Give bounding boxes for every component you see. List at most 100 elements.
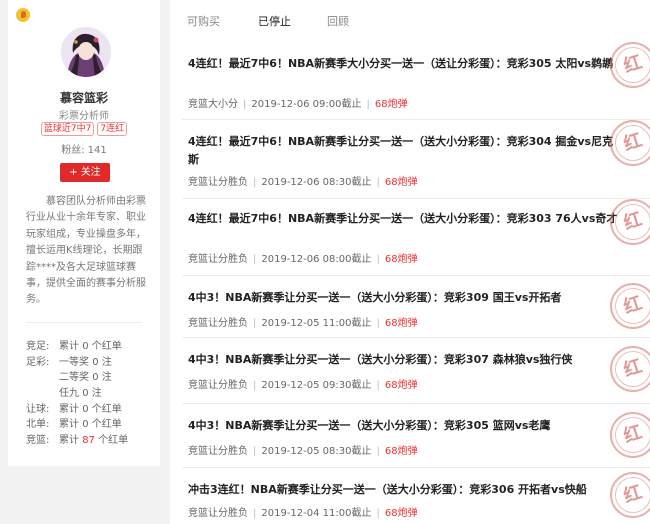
stat-value: 0 (92, 372, 99, 384)
stamp-text: 红 (621, 208, 645, 235)
item-price: 68炮弹 (384, 254, 418, 265)
item-datetime: 2019-12-06 08:00截止 (261, 254, 372, 265)
record-tag: 篮球近7中7 (40, 122, 95, 136)
stat-prefix: 二等奖 (59, 372, 89, 384)
author-title: 彩票分析师 (59, 111, 109, 122)
streak-tag: 7连红 (97, 122, 128, 136)
win-stamp-icon: 红 (610, 42, 650, 88)
stat-row: 二等奖 0 注 (26, 370, 156, 386)
win-stamp-icon: 红 (610, 412, 650, 458)
list-item[interactable]: 4中3！NBA新赛季让分买一送一（送大小分彩蛋）：竞彩309 国王vs开拓者 竞… (170, 276, 650, 338)
stat-row: 让球: 累计 0 个红单 (26, 402, 156, 418)
item-meta: 竞篮让分胜负 | 2019-12-05 09:30截止 | 68炮弹 (188, 380, 418, 391)
item-category: 竞篮让分胜负 (188, 508, 248, 519)
list-item[interactable]: 4连红！最近7中6！NBA新赛季大小分买一送一（送让分彩蛋）：竞彩305 太阳v… (170, 40, 650, 120)
item-title[interactable]: 4连红！最近7中6！NBA新赛季大小分买一送一（送让分彩蛋）：竞彩305 太阳v… (188, 55, 618, 73)
item-price: 68炮弹 (374, 99, 408, 110)
stat-value: 0 (92, 356, 99, 368)
list-item[interactable]: 4连红！最近7中6！NBA新赛季让分买一送一（送大小分彩蛋）：竞彩303 76人… (170, 199, 650, 276)
item-datetime: 2019-12-06 09:00截止 (251, 99, 362, 110)
item-category: 竞篮让分胜负 (188, 380, 248, 391)
item-price: 68炮弹 (384, 318, 418, 329)
stat-key: 竞篮: (26, 435, 50, 447)
item-meta: 竞篮让分胜负 | 2019-12-05 08:30截止 | 68炮弹 (188, 446, 418, 457)
stat-row: 任九 0 注 (26, 386, 156, 402)
plus-icon: + (69, 167, 78, 178)
follow-label: 关注 (80, 167, 101, 178)
stat-suffix: 个红单 (91, 419, 122, 431)
list-item[interactable]: 4连红！最近7中6！NBA新赛季让分买一送一（送大小分彩蛋）：竞彩304 掘金v… (170, 120, 650, 199)
stat-prefix: 累计 (59, 403, 79, 415)
item-category: 竞篮让分胜负 (188, 318, 248, 329)
list-item[interactable]: 冲击3连红！NBA新赛季让分买一送一（送大小分彩蛋）：竞彩306 开拓者vs快船… (170, 468, 650, 524)
item-meta: 竞篮让分胜负 | 2019-12-06 08:30截止 | 68炮弹 (188, 177, 418, 188)
tab-purchasable[interactable]: 可购买 (187, 13, 220, 29)
follow-button[interactable]: + 关注 (60, 163, 110, 182)
item-title[interactable]: 4连红！最近7中6！NBA新赛季让分买一送一（送大小分彩蛋）：竞彩303 76人… (188, 210, 618, 228)
profile-sidebar: 慕容篮彩 彩票分析师 篮球近7中7 7连红 粉丝: 141 + 关注 慕容团队分析师… (8, 0, 160, 466)
item-price: 68炮弹 (384, 446, 418, 457)
stat-key: 足彩: (26, 356, 50, 368)
stat-prefix: 累计 (59, 419, 79, 431)
item-meta: 竞篮大小分 | 2019-12-06 09:00截止 | 68炮弹 (188, 99, 408, 110)
record-stats: 竞足: 累计 0 个红单 足彩: 一等奖 0 注 二等奖 0 注 任九 0 注 让球… (26, 339, 156, 449)
stat-row: 足彩: 一等奖 0 注 (26, 355, 156, 371)
stat-key (26, 370, 59, 386)
stat-value: 0 (82, 403, 89, 415)
fans-value: 141 (87, 145, 107, 156)
item-datetime: 2019-12-05 08:30截止 (261, 446, 372, 457)
item-meta: 竞篮让分胜负 | 2019-12-06 08:00截止 | 68炮弹 (188, 254, 418, 265)
stat-key: 北单: (26, 419, 50, 431)
item-category: 竞篮让分胜负 (188, 177, 248, 188)
stat-value: 0 (82, 388, 89, 400)
fans-count: 粉丝: 141 (8, 141, 160, 156)
tab-review[interactable]: 回顾 (327, 13, 349, 29)
stat-suffix: 注 (101, 356, 112, 368)
stat-row: 北单: 累计 0 个红单 (26, 417, 156, 433)
author-name[interactable]: 慕容篮彩 (8, 89, 160, 106)
avatar[interactable] (61, 27, 111, 77)
stamp-text: 红 (621, 51, 645, 78)
item-title[interactable]: 4中3！NBA新赛季让分买一送一（送大小分彩蛋）：竞彩309 国王vs开拓者 (188, 289, 618, 307)
stat-prefix: 累计 (59, 341, 79, 352)
stat-suffix: 注 (101, 372, 112, 384)
stat-suffix: 注 (91, 388, 102, 400)
stat-prefix: 累计 (59, 435, 79, 447)
win-stamp-icon: 红 (610, 346, 650, 392)
win-stamp-icon: 红 (610, 472, 650, 518)
item-price: 68炮弹 (384, 508, 418, 519)
item-datetime: 2019-12-05 09:30截止 (261, 380, 372, 391)
item-price: 68炮弹 (384, 177, 418, 188)
item-title[interactable]: 4连红！最近7中6！NBA新赛季让分买一送一（送大小分彩蛋）：竞彩304 掘金v… (188, 133, 618, 169)
list-item[interactable]: 4中3！NBA新赛季让分买一送一（送大小分彩蛋）：竞彩307 森林狼vs独行侠 … (170, 338, 650, 404)
item-category: 竞篮让分胜负 (188, 446, 248, 457)
item-title[interactable]: 4中3！NBA新赛季让分买一送一（送大小分彩蛋）：竞彩305 篮网vs老鹰 (188, 417, 618, 435)
fans-label: 粉丝: (61, 145, 85, 156)
stat-key (26, 386, 59, 402)
stat-suffix: 个红单 (98, 435, 129, 447)
stat-value: 0 (82, 419, 89, 431)
avatar-image (61, 27, 111, 77)
author-description: 慕容团队分析师由彩票行业从业十余年专家、职业玩家组成，专业操盘多年，擅长运用K线… (26, 196, 146, 306)
stat-key: 让球: (26, 403, 50, 415)
item-price: 68炮弹 (384, 380, 418, 391)
item-datetime: 2019-12-06 08:30截止 (261, 177, 372, 188)
item-title[interactable]: 冲击3连红！NBA新赛季让分买一送一（送大小分彩蛋）：竞彩306 开拓者vs快船 (188, 481, 618, 499)
stat-suffix: 个红单 (91, 403, 122, 415)
brand-logo-icon (16, 8, 30, 22)
tab-stopped[interactable]: 已停止 (258, 13, 291, 29)
stat-key: 竞足: (26, 341, 50, 352)
item-meta: 竞篮让分胜负 | 2019-12-05 11:00截止 | 68炮弹 (188, 318, 418, 329)
item-datetime: 2019-12-05 11:00截止 (261, 318, 372, 329)
item-category: 竞篮让分胜负 (188, 254, 248, 265)
win-stamp-icon: 红 (610, 120, 650, 166)
win-stamp-icon: 红 (610, 199, 650, 245)
plan-list: 4连红！最近7中6！NBA新赛季大小分买一送一（送让分彩蛋）：竞彩305 太阳v… (170, 40, 650, 524)
item-category: 竞篮大小分 (188, 99, 238, 110)
list-item[interactable]: 4中3！NBA新赛季让分买一送一（送大小分彩蛋）：竞彩305 篮网vs老鹰 竞篮… (170, 404, 650, 468)
item-datetime: 2019-12-04 11:00截止 (261, 508, 372, 519)
stat-value: 0 (82, 341, 89, 352)
stamp-text: 红 (621, 292, 645, 319)
item-title[interactable]: 4中3！NBA新赛季让分买一送一（送大小分彩蛋）：竞彩307 森林狼vs独行侠 (188, 351, 618, 369)
stat-row: 竞篮: 累计 87 个红单 (26, 433, 156, 449)
